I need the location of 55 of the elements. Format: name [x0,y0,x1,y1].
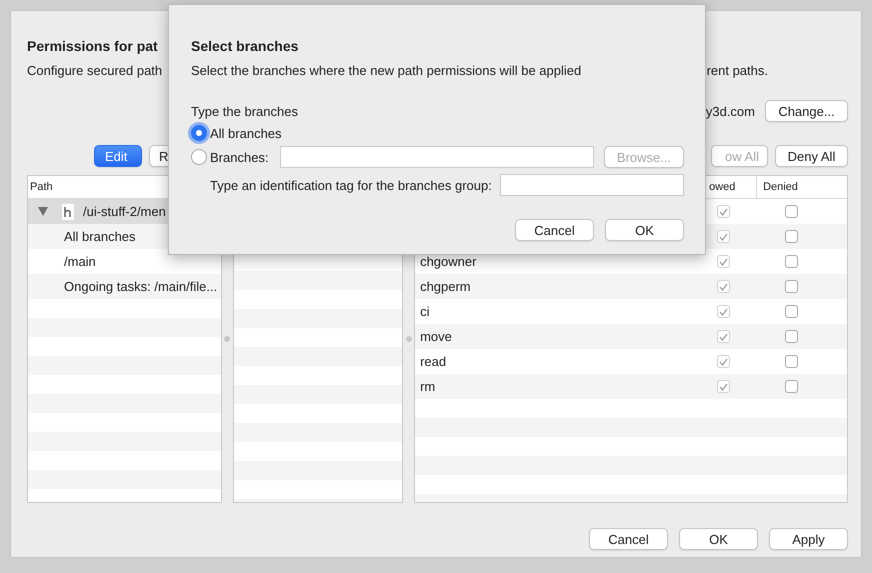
column-header[interactable]: Denied [757,176,847,198]
change-button[interactable]: Change... [765,100,848,122]
checkbox[interactable] [785,230,798,243]
footer-button[interactable]: Cancel [589,528,668,550]
dialog-button[interactable]: Cancel [515,219,594,241]
column-header[interactable]: owed [707,176,758,198]
checkbox[interactable] [785,280,798,293]
toolbar-button[interactable]: Deny All [775,145,848,167]
checkbox[interactable] [717,305,730,318]
checkbox[interactable] [785,255,798,268]
dialog-title: Select branches [191,37,300,56]
tree-label: All branches [64,229,136,244]
permission-name: ci [420,304,430,319]
checkbox[interactable] [785,205,798,218]
sheet-title: Permissions for pat [27,37,158,56]
group-label: Type the branches [191,103,299,121]
branches-field[interactable] [280,146,594,168]
dialog-button[interactable]: OK [605,219,684,241]
account-label: y3d.com [706,104,755,118]
radio-button[interactable] [191,149,207,165]
checkbox[interactable] [717,330,730,343]
permission-name: chgowner [420,254,476,269]
checkbox[interactable] [785,305,798,318]
splitter-handle[interactable] [224,336,230,342]
toolbar-button[interactable]: Edit [94,145,142,167]
checkbox[interactable] [717,230,730,243]
tree-label: /main [64,254,96,269]
checkbox[interactable] [785,355,798,368]
checkbox[interactable] [717,280,730,293]
permission-name: chgperm [420,279,471,294]
radio-label: Branches: [210,150,269,164]
footer-button[interactable]: OK [679,528,758,550]
splitter-handle[interactable] [406,336,412,342]
permission-name: move [420,329,452,344]
tag-field[interactable] [500,174,684,196]
disclosure-triangle-icon[interactable] [38,207,48,216]
checkbox[interactable] [785,330,798,343]
tree-label: /ui-stuff-2/men [83,204,166,219]
tree-label: Ongoing tasks: /main/file... [64,279,218,294]
tag-label: Type an identification tag for the branches group: [210,178,492,192]
radio-label: All branches [210,126,282,140]
radio-button[interactable] [191,125,207,141]
checkbox[interactable] [717,380,730,393]
sheet-description: rent paths. [706,62,768,80]
checkbox[interactable] [717,255,730,268]
sheet-description: Configure secured path [27,62,162,80]
permission-name: rm [420,379,436,394]
dialog-description: Select the branches where the new path permissions will be applied [191,62,582,80]
permission-name: read [420,354,446,369]
checkbox[interactable] [785,380,798,393]
tree-row[interactable]: Ongoing tasks: /main/file... [28,274,221,299]
checkbox[interactable] [717,205,730,218]
checkbox[interactable] [717,355,730,368]
footer-button[interactable]: Apply [769,528,848,550]
file-icon [61,202,75,220]
